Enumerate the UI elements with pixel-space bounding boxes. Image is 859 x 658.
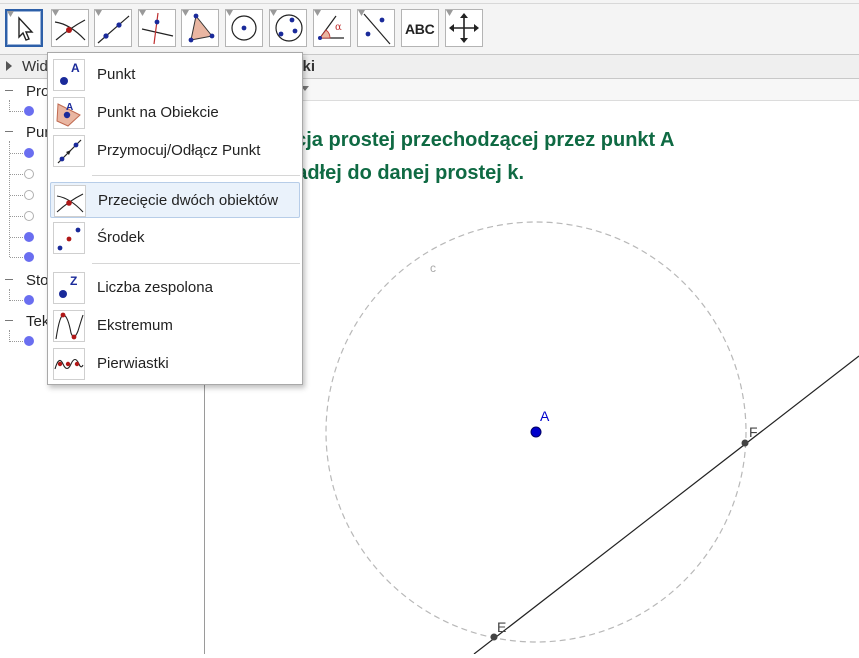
reflect-tool-button[interactable] — [357, 9, 395, 47]
text-tool-label: ABC — [405, 21, 435, 37]
collapse-icon[interactable] — [4, 126, 14, 136]
dropdown-triangle-icon — [139, 10, 146, 16]
svg-text:α: α — [335, 22, 342, 33]
tree-connector — [10, 300, 23, 301]
collapse-icon[interactable] — [4, 274, 14, 284]
dropdown-triangle-icon — [52, 10, 59, 16]
tree-group-label: Sto — [26, 272, 49, 289]
svg-text:Z: Z — [70, 274, 77, 288]
tree-connector — [10, 341, 23, 342]
point-a[interactable] — [530, 426, 542, 438]
tree-connector — [10, 237, 23, 238]
point-f[interactable] — [741, 439, 749, 447]
dropdown-triangle-icon — [226, 10, 233, 16]
point-icon: A — [53, 59, 85, 91]
menu-item-midpoint[interactable]: Środek — [50, 220, 300, 256]
visibility-toggle[interactable] — [24, 211, 34, 221]
menu-separator — [92, 263, 300, 264]
visibility-toggle[interactable] — [24, 252, 34, 262]
point-e-label: E — [497, 619, 506, 635]
dropdown-triangle-icon — [314, 10, 321, 16]
circle-center-point-tool-button[interactable] — [225, 9, 263, 47]
menu-item-point-on-object[interactable]: A Punkt na Obiekcie — [50, 95, 300, 131]
menu-item-label: Punkt — [97, 66, 136, 83]
visibility-toggle[interactable] — [24, 190, 34, 200]
intersection-icon — [54, 185, 86, 217]
graphics-view-header[interactable]: afiki — [205, 55, 859, 79]
visibility-toggle[interactable] — [24, 169, 34, 179]
dropdown-triangle-icon — [270, 10, 277, 16]
tree-connector — [10, 216, 23, 217]
tree-connector — [10, 174, 23, 175]
menu-item-label: Przecięcie dwóch obiektów — [98, 192, 279, 209]
menu-item-complex-number[interactable]: Z Liczba zespolona — [50, 270, 300, 306]
point-on-object-icon: A — [53, 97, 85, 129]
point-f-label: F — [749, 424, 758, 440]
angle-tool-button[interactable]: α — [313, 9, 351, 47]
tree-connector — [10, 153, 23, 154]
line-k[interactable] — [473, 355, 859, 655]
visibility-toggle[interactable] — [24, 232, 34, 242]
construction-heading-line-2: padłej do danej prostej k. — [284, 162, 525, 184]
tree-connector — [10, 111, 23, 112]
menu-item-label: Liczba zespolona — [97, 279, 213, 296]
tree-group-label: Tek — [26, 313, 50, 330]
menu-item-attach-detach-point[interactable]: Przymocuj/Odłącz Punkt — [50, 133, 300, 169]
algebra-view-title: Wid — [22, 58, 48, 75]
menu-item-label: Ekstremum — [97, 317, 173, 334]
toolbar: α ABC — [0, 0, 859, 55]
svg-text:A: A — [66, 102, 73, 113]
dropdown-triangle-icon — [182, 10, 189, 16]
visibility-toggle[interactable] — [24, 336, 34, 346]
dropdown-triangle-icon — [95, 10, 102, 16]
tree-connector — [9, 141, 10, 257]
circle-c-label: c — [430, 261, 436, 275]
tree-connector — [10, 195, 23, 196]
visibility-toggle[interactable] — [24, 148, 34, 158]
line-tool-button[interactable] — [94, 9, 132, 47]
collapse-icon[interactable] — [4, 85, 14, 95]
circle-three-points-tool-button[interactable] — [269, 9, 307, 47]
graphics-style-bar[interactable] — [205, 79, 859, 101]
attach-detach-point-icon — [53, 135, 85, 167]
roots-icon — [53, 348, 85, 380]
intersect-tool-button[interactable] — [51, 9, 89, 47]
dropdown-triangle-icon — [7, 11, 14, 17]
dropdown-triangle-icon — [358, 10, 365, 16]
point-a-label: A — [540, 408, 550, 424]
svg-text:A: A — [71, 61, 80, 75]
dropdown-triangle-icon — [446, 10, 453, 16]
collapse-icon[interactable] — [4, 315, 14, 325]
tree-group-label: Pro — [26, 83, 50, 100]
menu-item-point[interactable]: A Punkt — [50, 57, 300, 93]
complex-number-icon: Z — [53, 272, 85, 304]
menu-item-label: Punkt na Obiekcie — [97, 104, 219, 121]
point-tools-menu: A Punkt A Punkt na Obiekcie Przymocuj/Od… — [47, 52, 303, 385]
move-graphics-view-tool-button[interactable] — [445, 9, 483, 47]
move-tool-button[interactable] — [5, 9, 43, 47]
menu-item-label: Przymocuj/Odłącz Punkt — [97, 142, 261, 159]
menu-item-extremum[interactable]: Ekstremum — [50, 308, 300, 344]
construction-heading-line-1: kcja prostej przechodzącej przez punkt A — [284, 129, 675, 151]
menu-item-intersection[interactable]: Przecięcie dwóch obiektów — [50, 182, 300, 218]
extremum-icon — [53, 310, 85, 342]
menu-separator — [92, 175, 300, 176]
tree-connector — [10, 257, 23, 258]
expand-view-icon[interactable] — [6, 61, 12, 71]
menu-item-label: Środek — [97, 229, 145, 246]
midpoint-icon — [53, 222, 85, 254]
polygon-tool-button[interactable] — [181, 9, 219, 47]
visibility-toggle[interactable] — [24, 106, 34, 116]
perpendicular-line-tool-button[interactable] — [138, 9, 176, 47]
menu-item-roots[interactable]: Pierwiastki — [50, 346, 300, 382]
visibility-toggle[interactable] — [24, 295, 34, 305]
text-tool-button[interactable]: ABC — [401, 9, 439, 47]
toolbar-top-divider — [0, 3, 859, 4]
menu-item-label: Pierwiastki — [97, 355, 169, 372]
